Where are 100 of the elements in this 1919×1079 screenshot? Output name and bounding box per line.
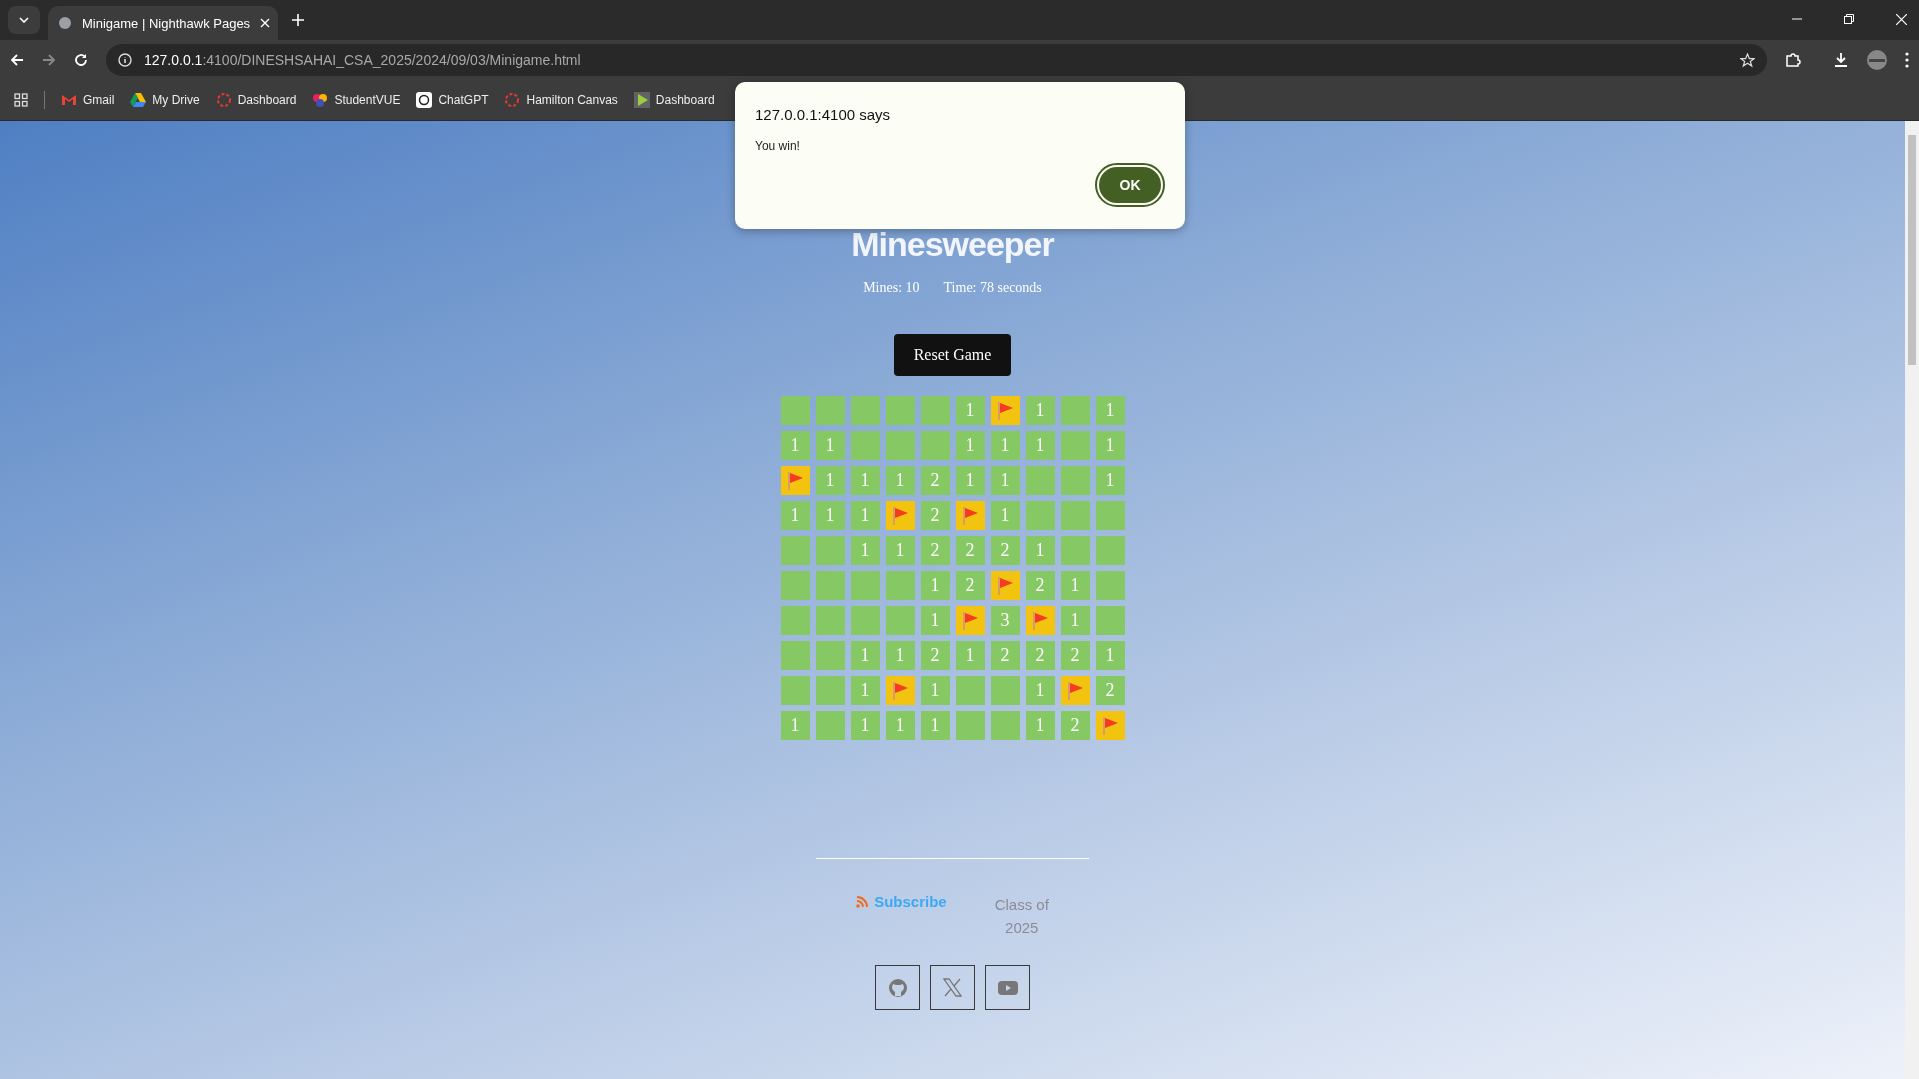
board-cell[interactable]: 1 xyxy=(955,396,985,425)
board-cell[interactable]: 2 xyxy=(920,536,950,565)
board-cell[interactable]: 1 xyxy=(885,641,915,670)
board-cell[interactable] xyxy=(990,396,1020,425)
puzzle-icon[interactable] xyxy=(1785,52,1801,68)
board-cell[interactable] xyxy=(885,571,915,600)
board-cell[interactable] xyxy=(1060,431,1090,460)
forward-arrow-icon[interactable] xyxy=(42,53,56,67)
reset-button[interactable]: Reset Game xyxy=(893,334,1012,376)
board-cell[interactable]: 1 xyxy=(815,466,845,495)
board-cell[interactable]: 1 xyxy=(850,501,880,530)
board-cell[interactable] xyxy=(780,641,810,670)
board-cell[interactable]: 1 xyxy=(850,536,880,565)
board-cell[interactable] xyxy=(990,711,1020,740)
board-cell[interactable] xyxy=(1095,501,1125,530)
social-link[interactable] xyxy=(985,965,1030,1010)
board-cell[interactable] xyxy=(955,676,985,705)
board-cell[interactable]: 1 xyxy=(990,431,1020,460)
board-cell[interactable]: 1 xyxy=(1095,431,1125,460)
restore-icon[interactable] xyxy=(1844,14,1854,24)
board-cell[interactable]: 1 xyxy=(955,466,985,495)
board-cell[interactable]: 2 xyxy=(1095,676,1125,705)
board-cell[interactable]: 1 xyxy=(955,641,985,670)
board-cell[interactable]: 1 xyxy=(990,501,1020,530)
board-cell[interactable]: 1 xyxy=(780,431,810,460)
board-cell[interactable]: 1 xyxy=(920,676,950,705)
board-cell[interactable] xyxy=(780,571,810,600)
board-cell[interactable]: 1 xyxy=(990,466,1020,495)
board-cell[interactable] xyxy=(1095,571,1125,600)
board-cell[interactable] xyxy=(885,396,915,425)
address-bar[interactable]: 127.0.0.1:4100/DINESHSAHAI_CSA_2025/2024/09/03/Minigame.html xyxy=(106,44,1767,76)
board-cell[interactable] xyxy=(885,431,915,460)
board-cell[interactable] xyxy=(1025,606,1055,635)
board-cell[interactable]: 1 xyxy=(1025,676,1055,705)
board-cell[interactable] xyxy=(815,571,845,600)
board-cell[interactable] xyxy=(990,571,1020,600)
board-cell[interactable] xyxy=(955,711,985,740)
back-arrow-icon[interactable] xyxy=(10,53,24,67)
board-cell[interactable]: 1 xyxy=(780,711,810,740)
board-cell[interactable] xyxy=(1025,466,1055,495)
board-cell[interactable]: 1 xyxy=(1060,571,1090,600)
board-cell[interactable] xyxy=(1060,501,1090,530)
bookmark[interactable]: Dashboard xyxy=(215,92,297,108)
board-cell[interactable] xyxy=(920,396,950,425)
board-cell[interactable]: 1 xyxy=(920,606,950,635)
social-link[interactable] xyxy=(930,965,975,1010)
board-cell[interactable]: 2 xyxy=(955,536,985,565)
board-cell[interactable]: 1 xyxy=(920,711,950,740)
board-cell[interactable] xyxy=(850,606,880,635)
board-cell[interactable] xyxy=(780,536,810,565)
board-cell[interactable]: 2 xyxy=(1025,641,1055,670)
board-cell[interactable]: 2 xyxy=(920,466,950,495)
board-cell[interactable] xyxy=(1095,536,1125,565)
board-cell[interactable] xyxy=(815,711,845,740)
board-cell[interactable]: 1 xyxy=(850,466,880,495)
download-icon[interactable] xyxy=(1833,52,1849,68)
board-cell[interactable]: 2 xyxy=(990,641,1020,670)
board-cell[interactable] xyxy=(885,676,915,705)
board-cell[interactable]: 2 xyxy=(920,501,950,530)
board-cell[interactable] xyxy=(1095,606,1125,635)
board-cell[interactable]: 2 xyxy=(1060,711,1090,740)
board-cell[interactable] xyxy=(815,676,845,705)
new-tab-icon[interactable] xyxy=(292,14,304,26)
board-cell[interactable]: 2 xyxy=(920,641,950,670)
board-cell[interactable]: 1 xyxy=(850,641,880,670)
board-cell[interactable] xyxy=(885,501,915,530)
board-cell[interactable]: 1 xyxy=(1095,641,1125,670)
board-cell[interactable]: 2 xyxy=(955,571,985,600)
board-cell[interactable]: 1 xyxy=(1060,606,1090,635)
board-cell[interactable] xyxy=(780,606,810,635)
board-cell[interactable]: 2 xyxy=(1025,571,1055,600)
board-cell[interactable] xyxy=(1060,396,1090,425)
board-cell[interactable]: 1 xyxy=(885,466,915,495)
board-cell[interactable] xyxy=(780,466,810,495)
board-cell[interactable] xyxy=(1060,536,1090,565)
board-cell[interactable]: 1 xyxy=(1095,466,1125,495)
board-cell[interactable] xyxy=(990,676,1020,705)
board-cell[interactable] xyxy=(1060,676,1090,705)
more-menu-icon[interactable] xyxy=(1905,52,1909,68)
board-cell[interactable] xyxy=(1095,711,1125,740)
browser-tab[interactable]: Minigame | Nighthawk Pages xyxy=(48,6,278,40)
board-cell[interactable]: 1 xyxy=(1095,396,1125,425)
bookmark[interactable]: Dashboard xyxy=(633,92,715,108)
bookmark[interactable]: Gmail xyxy=(61,93,115,107)
board-cell[interactable]: 1 xyxy=(920,571,950,600)
board-cell[interactable] xyxy=(850,571,880,600)
close-icon[interactable] xyxy=(260,18,271,28)
board-cell[interactable] xyxy=(815,396,845,425)
board-cell[interactable] xyxy=(920,431,950,460)
board-cell[interactable]: 1 xyxy=(885,711,915,740)
bookmark[interactable]: My Drive xyxy=(130,93,200,107)
board-cell[interactable]: 1 xyxy=(850,711,880,740)
bookmark[interactable]: Hamilton Canvas xyxy=(504,92,618,108)
subscribe-link[interactable]: Subscribe xyxy=(856,893,947,910)
board-cell[interactable]: 1 xyxy=(780,501,810,530)
board-cell[interactable]: 1 xyxy=(815,501,845,530)
social-link[interactable] xyxy=(875,965,920,1010)
board-cell[interactable] xyxy=(850,431,880,460)
bookmark[interactable]: StudentVUE xyxy=(312,92,401,108)
board-cell[interactable]: 1 xyxy=(955,431,985,460)
